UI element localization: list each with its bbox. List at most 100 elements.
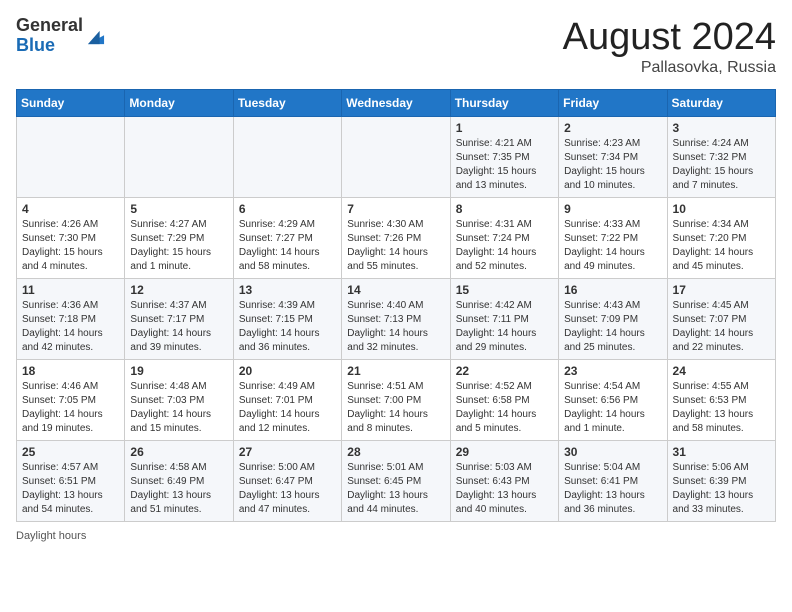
day-info: Sunrise: 5:03 AM Sunset: 6:43 PM Dayligh… bbox=[456, 461, 553, 517]
logo-blue: Blue bbox=[16, 35, 55, 55]
day-number: 28 bbox=[347, 445, 444, 459]
calendar-cell: 26 Sunrise: 4:58 AM Sunset: 6:49 PM Dayli… bbox=[125, 441, 233, 522]
day-info: Sunrise: 5:04 AM Sunset: 6:41 PM Dayligh… bbox=[564, 461, 661, 517]
day-of-week-header: Monday bbox=[125, 90, 233, 117]
calendar-cell: 5 Sunrise: 4:27 AM Sunset: 7:29 PM Daylig… bbox=[125, 198, 233, 279]
day-number: 24 bbox=[673, 364, 770, 378]
day-number: 30 bbox=[564, 445, 661, 459]
day-number: 9 bbox=[564, 202, 661, 216]
legend: Daylight hours bbox=[16, 530, 776, 542]
calendar-table: SundayMondayTuesdayWednesdayThursdayFrid… bbox=[16, 89, 776, 522]
day-info: Sunrise: 4:55 AM Sunset: 6:53 PM Dayligh… bbox=[673, 380, 770, 436]
calendar-cell: 23 Sunrise: 4:54 AM Sunset: 6:56 PM Dayli… bbox=[559, 360, 667, 441]
day-number: 15 bbox=[456, 283, 553, 297]
calendar-cell: 29Sunrise: 5:03 AM Sunset: 6:43 PM Dayli… bbox=[450, 441, 558, 522]
day-of-week-header: Thursday bbox=[450, 90, 558, 117]
calendar-cell bbox=[17, 117, 125, 198]
calendar-cell: 19 Sunrise: 4:48 AM Sunset: 7:03 PM Dayli… bbox=[125, 360, 233, 441]
day-of-week-header: Friday bbox=[559, 90, 667, 117]
calendar-cell bbox=[233, 117, 341, 198]
calendar-cell: 12 Sunrise: 4:37 AM Sunset: 7:17 PM Dayli… bbox=[125, 279, 233, 360]
daylight-label: Daylight hours bbox=[16, 530, 86, 542]
calendar-cell: 25 Sunrise: 4:57 AM Sunset: 6:51 PM Dayli… bbox=[17, 441, 125, 522]
page-header: General Blue August 2024 Pallasovka, Rus… bbox=[16, 16, 776, 77]
day-number: 21 bbox=[347, 364, 444, 378]
calendar-cell: 2 Sunrise: 4:23 AM Sunset: 7:34 PM Daylig… bbox=[559, 117, 667, 198]
calendar-cell: 4 Sunrise: 4:26 AM Sunset: 7:30 PM Daylig… bbox=[17, 198, 125, 279]
day-number: 7 bbox=[347, 202, 444, 216]
day-info: Sunrise: 4:34 AM Sunset: 7:20 PM Dayligh… bbox=[673, 218, 770, 274]
day-number: 12 bbox=[130, 283, 227, 297]
day-number: 6 bbox=[239, 202, 336, 216]
day-info: Sunrise: 5:00 AM Sunset: 6:47 PM Dayligh… bbox=[239, 461, 336, 517]
calendar-cell: 9 Sunrise: 4:33 AM Sunset: 7:22 PM Daylig… bbox=[559, 198, 667, 279]
day-info: Sunrise: 4:49 AM Sunset: 7:01 PM Dayligh… bbox=[239, 380, 336, 436]
day-number: 4 bbox=[22, 202, 119, 216]
day-info: Sunrise: 4:46 AM Sunset: 7:05 PM Dayligh… bbox=[22, 380, 119, 436]
day-number: 17 bbox=[673, 283, 770, 297]
day-number: 2 bbox=[564, 121, 661, 135]
day-info: Sunrise: 4:33 AM Sunset: 7:22 PM Dayligh… bbox=[564, 218, 661, 274]
calendar-cell: 16 Sunrise: 4:43 AM Sunset: 7:09 PM Dayli… bbox=[559, 279, 667, 360]
calendar-cell: 8 Sunrise: 4:31 AM Sunset: 7:24 PM Daylig… bbox=[450, 198, 558, 279]
day-info: Sunrise: 4:29 AM Sunset: 7:27 PM Dayligh… bbox=[239, 218, 336, 274]
day-number: 25 bbox=[22, 445, 119, 459]
day-info: Sunrise: 4:54 AM Sunset: 6:56 PM Dayligh… bbox=[564, 380, 661, 436]
calendar-cell: 20Sunrise: 4:49 AM Sunset: 7:01 PM Dayli… bbox=[233, 360, 341, 441]
day-number: 8 bbox=[456, 202, 553, 216]
month-title: August 2024 bbox=[563, 16, 776, 59]
day-info: Sunrise: 4:26 AM Sunset: 7:30 PM Dayligh… bbox=[22, 218, 119, 274]
day-info: Sunrise: 5:01 AM Sunset: 6:45 PM Dayligh… bbox=[347, 461, 444, 517]
day-info: Sunrise: 4:23 AM Sunset: 7:34 PM Dayligh… bbox=[564, 137, 661, 193]
day-number: 5 bbox=[130, 202, 227, 216]
day-number: 14 bbox=[347, 283, 444, 297]
day-info: Sunrise: 4:30 AM Sunset: 7:26 PM Dayligh… bbox=[347, 218, 444, 274]
day-info: Sunrise: 4:24 AM Sunset: 7:32 PM Dayligh… bbox=[673, 137, 770, 193]
calendar-cell: 22 Sunrise: 4:52 AM Sunset: 6:58 PM Dayli… bbox=[450, 360, 558, 441]
calendar-cell: 15Sunrise: 4:42 AM Sunset: 7:11 PM Dayli… bbox=[450, 279, 558, 360]
calendar-cell: 30 Sunrise: 5:04 AM Sunset: 6:41 PM Dayli… bbox=[559, 441, 667, 522]
day-info: Sunrise: 4:27 AM Sunset: 7:29 PM Dayligh… bbox=[130, 218, 227, 274]
day-info: Sunrise: 4:31 AM Sunset: 7:24 PM Dayligh… bbox=[456, 218, 553, 274]
day-number: 19 bbox=[130, 364, 227, 378]
calendar-cell: 10Sunrise: 4:34 AM Sunset: 7:20 PM Dayli… bbox=[667, 198, 775, 279]
calendar-cell: 31Sunrise: 5:06 AM Sunset: 6:39 PM Dayli… bbox=[667, 441, 775, 522]
day-number: 26 bbox=[130, 445, 227, 459]
day-info: Sunrise: 4:48 AM Sunset: 7:03 PM Dayligh… bbox=[130, 380, 227, 436]
day-number: 11 bbox=[22, 283, 119, 297]
day-number: 22 bbox=[456, 364, 553, 378]
day-info: Sunrise: 4:58 AM Sunset: 6:49 PM Dayligh… bbox=[130, 461, 227, 517]
day-info: Sunrise: 4:43 AM Sunset: 7:09 PM Dayligh… bbox=[564, 299, 661, 355]
day-number: 16 bbox=[564, 283, 661, 297]
calendar-cell bbox=[125, 117, 233, 198]
calendar-cell bbox=[342, 117, 450, 198]
calendar-cell: 21 Sunrise: 4:51 AM Sunset: 7:00 PM Dayli… bbox=[342, 360, 450, 441]
calendar-cell: 28 Sunrise: 5:01 AM Sunset: 6:45 PM Dayli… bbox=[342, 441, 450, 522]
title-block: August 2024 Pallasovka, Russia bbox=[563, 16, 776, 77]
calendar-cell: 27 Sunrise: 5:00 AM Sunset: 6:47 PM Dayli… bbox=[233, 441, 341, 522]
day-info: Sunrise: 4:21 AM Sunset: 7:35 PM Dayligh… bbox=[456, 137, 553, 193]
day-of-week-header: Sunday bbox=[17, 90, 125, 117]
calendar-cell: 3Sunrise: 4:24 AM Sunset: 7:32 PM Daylig… bbox=[667, 117, 775, 198]
day-of-week-header: Wednesday bbox=[342, 90, 450, 117]
day-number: 27 bbox=[239, 445, 336, 459]
day-number: 1 bbox=[456, 121, 553, 135]
day-info: Sunrise: 4:37 AM Sunset: 7:17 PM Dayligh… bbox=[130, 299, 227, 355]
day-info: Sunrise: 4:57 AM Sunset: 6:51 PM Dayligh… bbox=[22, 461, 119, 517]
day-of-week-header: Tuesday bbox=[233, 90, 341, 117]
calendar-cell: 24 Sunrise: 4:55 AM Sunset: 6:53 PM Dayli… bbox=[667, 360, 775, 441]
day-of-week-header: Saturday bbox=[667, 90, 775, 117]
calendar-cell: 11 Sunrise: 4:36 AM Sunset: 7:18 PM Dayli… bbox=[17, 279, 125, 360]
day-number: 23 bbox=[564, 364, 661, 378]
logo-icon bbox=[85, 25, 107, 47]
day-info: Sunrise: 4:51 AM Sunset: 7:00 PM Dayligh… bbox=[347, 380, 444, 436]
day-info: Sunrise: 4:39 AM Sunset: 7:15 PM Dayligh… bbox=[239, 299, 336, 355]
location-title: Pallasovka, Russia bbox=[563, 59, 776, 77]
calendar-cell: 13 Sunrise: 4:39 AM Sunset: 7:15 PM Dayli… bbox=[233, 279, 341, 360]
day-info: Sunrise: 4:36 AM Sunset: 7:18 PM Dayligh… bbox=[22, 299, 119, 355]
day-info: Sunrise: 4:52 AM Sunset: 6:58 PM Dayligh… bbox=[456, 380, 553, 436]
day-number: 31 bbox=[673, 445, 770, 459]
calendar-cell: 17Sunrise: 4:45 AM Sunset: 7:07 PM Dayli… bbox=[667, 279, 775, 360]
day-info: Sunrise: 4:40 AM Sunset: 7:13 PM Dayligh… bbox=[347, 299, 444, 355]
day-number: 13 bbox=[239, 283, 336, 297]
